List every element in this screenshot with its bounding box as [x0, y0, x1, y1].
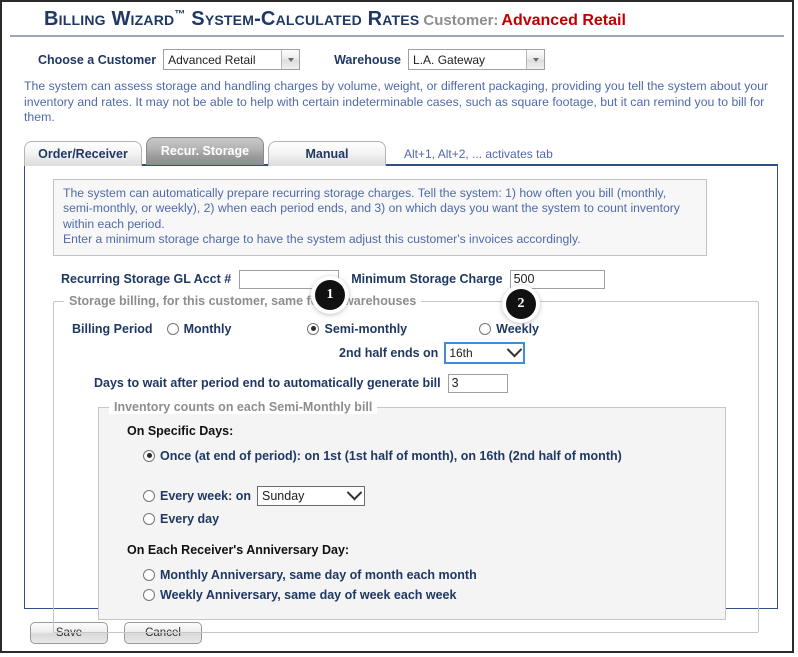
info-box-line-2: Enter a minimum storage charge to have t…	[63, 232, 581, 246]
radio-icon-checked[interactable]	[307, 322, 320, 335]
tab-manual[interactable]: Manual	[268, 140, 386, 166]
billing-wizard-page: Billing Wizard™ System-Calculated Rates C…	[0, 0, 794, 653]
billing-period-row: Billing Period Monthly Semi-monthly Week…	[72, 322, 748, 336]
tab-manual-label: Manual	[305, 146, 349, 161]
header-customer-value: Advanced Retail	[501, 12, 626, 29]
info-box-line-1: The system can automatically prepare rec…	[63, 185, 680, 231]
radio-icon[interactable]	[143, 568, 155, 581]
once-at-end-of-period-label: Once (at end of period): on 1st (1st hal…	[160, 448, 622, 463]
customer-select[interactable]: Advanced Retail	[163, 49, 301, 70]
second-half-row: 2nd half ends on 16th	[339, 341, 748, 364]
storage-billing-fieldset: Storage billing, for this customer, same…	[53, 293, 759, 633]
radio-icon[interactable]	[143, 588, 155, 601]
chevron-down-icon	[287, 57, 294, 62]
warehouse-select-value: L.A. Gateway	[413, 52, 486, 67]
second-half-select-value: 16th	[449, 345, 473, 360]
billing-period-monthly-option[interactable]: Monthly	[166, 321, 232, 336]
monthly-anniversary-option[interactable]: Monthly Anniversary, same day of month e…	[143, 565, 713, 585]
trademark-symbol: ™	[174, 8, 186, 21]
every-week-label: Every week: on	[160, 488, 252, 503]
warehouse-select-label: Warehouse	[334, 52, 402, 67]
once-at-end-of-period-option[interactable]: Once (at end of period): on 1st (1st hal…	[143, 446, 713, 466]
billing-period-monthly-label: Monthly	[183, 321, 232, 336]
radio-icon-checked[interactable]	[143, 449, 155, 462]
billing-period-weekly-label: Weekly	[496, 321, 539, 336]
billing-period-weekly-option[interactable]: Weekly	[479, 322, 539, 336]
intro-paragraph: The system can assess storage and handli…	[24, 79, 769, 124]
tab-recur-storage-label: Recur. Storage	[160, 144, 250, 158]
warehouse-select[interactable]: L.A. Gateway	[408, 49, 546, 70]
tab-keyboard-hint: Alt+1, Alt+2, ... activates tab	[404, 146, 553, 161]
tab-order-receiver-label: Order/Receiver	[38, 146, 128, 161]
callout-badge-1: 1	[315, 280, 345, 310]
every-week-day-select[interactable]: Sunday	[257, 484, 366, 506]
customer-select-arrow-button[interactable]	[281, 50, 300, 69]
days-to-wait-input[interactable]: 3	[447, 373, 508, 393]
chevron-down-icon	[532, 57, 539, 62]
storage-billing-legend: Storage billing, for this customer, same…	[64, 293, 422, 308]
callout-badge-2: 2	[506, 289, 536, 319]
inventory-counts-fieldset: Inventory counts on each Semi-Monthly bi…	[98, 399, 726, 620]
billing-period-semi-monthly-label: Semi-monthly	[324, 321, 408, 336]
second-half-select-arrow-button[interactable]	[505, 341, 523, 362]
second-half-label: 2nd half ends on	[339, 345, 439, 360]
on-specific-days-heading: On Specific Days:	[127, 423, 234, 438]
every-day-label: Every day	[160, 511, 220, 526]
days-to-wait-label: Days to wait after period end to automat…	[94, 376, 441, 390]
weekly-anniversary-option[interactable]: Weekly Anniversary, same day of week eac…	[143, 585, 713, 605]
header-customer-label: Customer:	[423, 12, 499, 29]
inventory-counts-legend: Inventory counts on each Semi-Monthly bi…	[109, 399, 378, 414]
page-header: Billing Wizard™ System-Calculated Rates C…	[10, 2, 784, 37]
chevron-down-icon	[506, 341, 523, 358]
warehouse-select-arrow-button[interactable]	[526, 50, 545, 69]
customer-select-label: Choose a Customer	[38, 52, 157, 67]
anniversary-heading: On Each Receiver's Anniversary Day:	[127, 542, 350, 557]
second-half-select[interactable]: 16th	[444, 341, 526, 364]
gl-account-label: Recurring Storage GL Acct #	[61, 272, 232, 286]
every-week-option[interactable]: Every week: on	[143, 489, 251, 503]
radio-icon[interactable]	[479, 322, 492, 335]
billing-period-label: Billing Period	[72, 321, 153, 336]
chevron-down-icon	[346, 484, 362, 501]
days-to-wait-row: Days to wait after period end to automat…	[94, 373, 748, 393]
minimum-storage-charge-label: Minimum Storage Charge	[351, 272, 503, 286]
gl-account-row: Recurring Storage GL Acct # Minimum Stor…	[61, 269, 777, 289]
tab-order-receiver[interactable]: Order/Receiver	[24, 140, 142, 166]
every-week-option-row: Every week: on Sunday	[143, 483, 713, 509]
tab-panel-recur-storage: The system can automatically prepare rec…	[24, 163, 778, 633]
tab-recur-storage[interactable]: Recur. Storage	[146, 136, 264, 165]
monthly-anniversary-label: Monthly Anniversary, same day of month e…	[160, 567, 477, 582]
page-title-rest: System-Calculated Rates	[185, 8, 420, 30]
minimum-storage-charge-input[interactable]: 500	[509, 269, 605, 289]
page-title: Billing Wizard™ System-Calculated Rates	[44, 8, 419, 30]
selector-row: Choose a Customer Advanced Retail Wareho…	[2, 37, 792, 70]
customer-select-value: Advanced Retail	[168, 52, 256, 67]
radio-icon[interactable]	[143, 489, 155, 502]
tab-bar: Order/Receiver Recur. Storage Manual Alt…	[24, 136, 792, 166]
info-box: The system can automatically prepare rec…	[53, 178, 707, 256]
billing-period-semi-monthly-option[interactable]: Semi-monthly	[307, 322, 407, 336]
radio-icon[interactable]	[166, 322, 179, 335]
weekly-anniversary-label: Weekly Anniversary, same day of week eac…	[160, 587, 457, 602]
page-title-main: Billing Wizard	[44, 8, 175, 30]
radio-icon[interactable]	[143, 512, 155, 525]
every-week-day-select-arrow-button[interactable]	[344, 484, 364, 505]
every-week-day-select-value: Sunday	[262, 488, 305, 503]
every-day-option[interactable]: Every day	[143, 509, 713, 529]
